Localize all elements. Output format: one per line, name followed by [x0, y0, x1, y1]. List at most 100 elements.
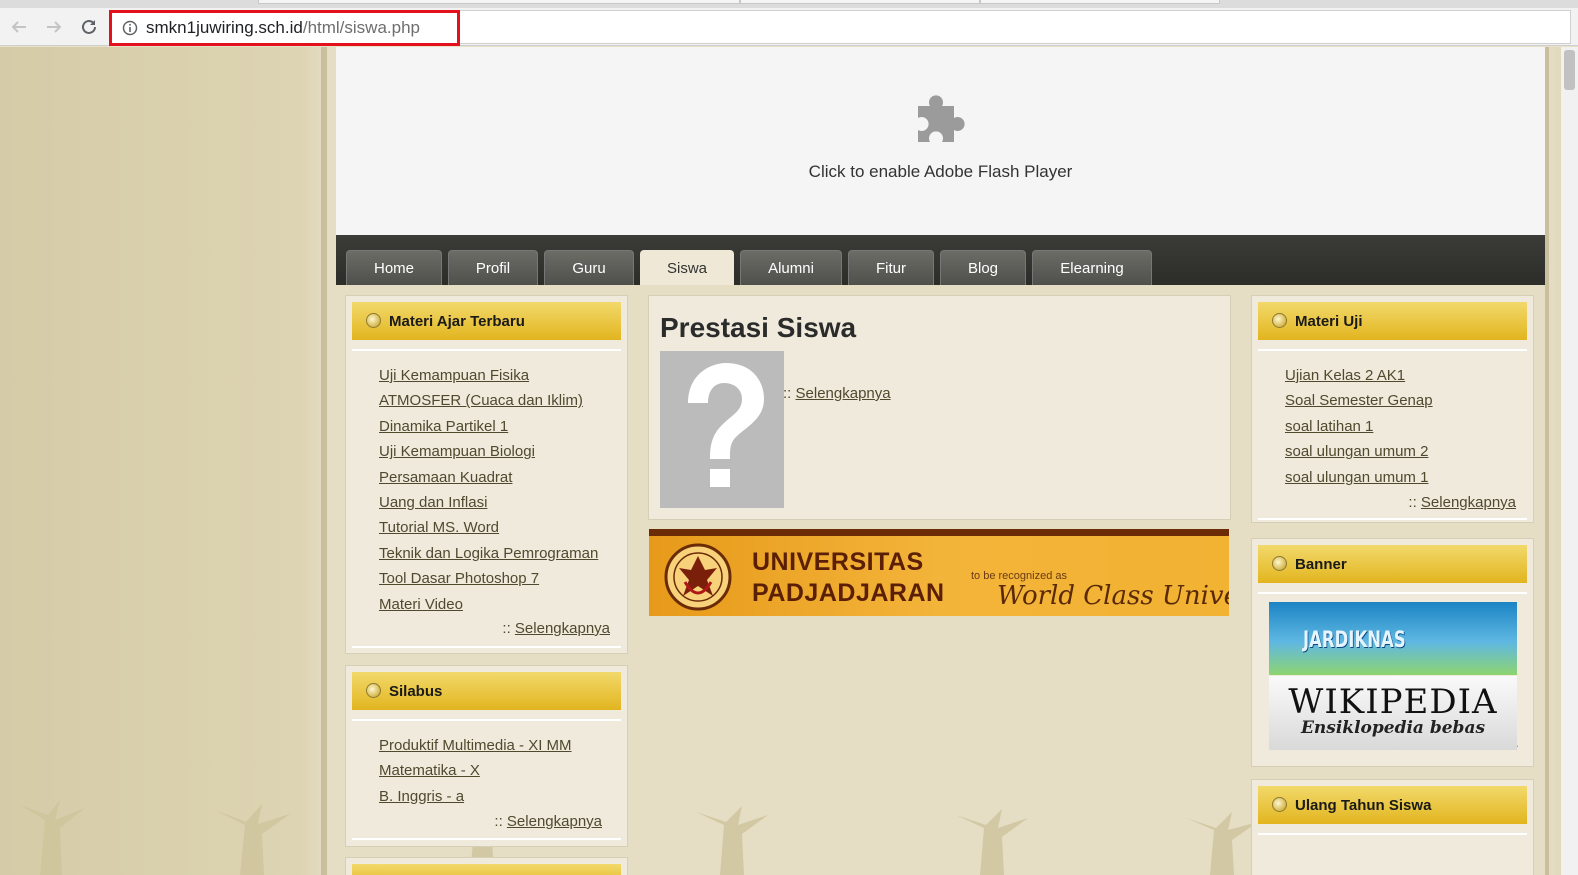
ulang-tahun-title: Ulang Tahun Siswa: [1295, 796, 1432, 814]
selengkapnya-link[interactable]: Selengkapnya: [796, 385, 891, 402]
prestasi-siswa-panel: Prestasi Siswa :: Selengkapnya: [648, 295, 1231, 520]
selengkapnya-link[interactable]: Selengkapnya: [507, 813, 602, 830]
nav-tab-guru[interactable]: Guru: [544, 250, 634, 285]
divider: [1258, 592, 1527, 594]
materi-uji-box: Materi Uji Ujian Kelas 2 AK1 Soal Semest…: [1251, 295, 1534, 523]
scrollbar-thumb[interactable]: [1564, 50, 1575, 90]
ulang-tahun-header: Ulang Tahun Siswa: [1258, 786, 1527, 824]
url-host: smkn1juwiring.sch.id: [146, 18, 303, 37]
question-mark-icon: [688, 363, 764, 487]
reload-button[interactable]: [76, 14, 102, 40]
browser-tab[interactable]: [740, 0, 980, 4]
unpad-banner[interactable]: UNIVERSITAS PADJADJARAN to be recognized…: [649, 529, 1229, 616]
jardiknas-label: JARDIKNAS: [1303, 628, 1406, 653]
silabus-link[interactable]: Produktif Multimedia - XI MM: [379, 737, 572, 762]
nav-tab-siswa[interactable]: Siswa: [640, 250, 734, 285]
page-border-left: [321, 47, 327, 875]
wikipedia-subtitle: Ensiklopedia bebas: [1300, 718, 1486, 738]
materi-ajar-title: Materi Ajar Terbaru: [389, 312, 525, 330]
ulang-tahun-box: Ulang Tahun Siswa: [1251, 779, 1534, 875]
materi-ajar-link[interactable]: Uang dan Inflasi: [379, 494, 598, 519]
flash-plugin-placeholder[interactable]: Click to enable Adobe Flash Player: [336, 47, 1545, 235]
banner-tagline: World Class University: [997, 581, 1229, 611]
more-prefix: ::: [502, 620, 511, 637]
nav-tab-blog[interactable]: Blog: [940, 250, 1026, 285]
browser-tab[interactable]: [258, 0, 740, 4]
divider: [352, 719, 621, 721]
arrow-right-icon: [47, 21, 62, 33]
materi-uji-link[interactable]: soal ulungan umum 1: [1285, 469, 1433, 494]
selengkapnya-link[interactable]: Selengkapnya: [515, 620, 610, 637]
silabus-header: Silabus: [352, 672, 621, 710]
page-border-right: [1545, 47, 1549, 875]
jardiknas-banner[interactable]: JARDIKNAS: [1269, 602, 1517, 675]
materi-uji-more: :: Selengkapnya: [1408, 494, 1516, 511]
materi-ajar-link[interactable]: Dinamika Partikel 1: [379, 418, 598, 443]
materi-ajar-link[interactable]: Uji Kemampuan Fisika: [379, 367, 598, 392]
banner-line2: PADJADJARAN: [752, 579, 945, 607]
silabus-box: Silabus Produktif Multimedia - XI MM Mat…: [345, 665, 628, 847]
materi-ajar-link[interactable]: Uji Kemampuan Biologi: [379, 443, 598, 468]
selengkapnya-link[interactable]: Selengkapnya: [1421, 494, 1516, 511]
nav-tab-profil[interactable]: Profil: [448, 250, 538, 285]
forward-button[interactable]: [41, 14, 67, 40]
divider: [1258, 833, 1527, 835]
wikipedia-banner[interactable]: WIKIPEDIA Ensiklopedia bebas: [1269, 676, 1517, 750]
reload-icon: [82, 19, 96, 34]
materi-ajar-header: Materi Ajar Terbaru: [352, 302, 621, 340]
nav-tab-alumni[interactable]: Alumni: [740, 250, 842, 285]
divider: [352, 838, 621, 840]
browser-tab[interactable]: [980, 0, 1220, 4]
next-left-box: [345, 857, 628, 875]
materi-ajar-list: Uji Kemampuan Fisika ATMOSFER (Cuaca dan…: [379, 367, 598, 621]
materi-ajar-link[interactable]: Materi Video: [379, 596, 598, 621]
browser-toolbar: smkn1juwiring.sch.id/html/siswa.php: [0, 8, 1578, 46]
unpad-seal-logo: [664, 543, 732, 611]
materi-ajar-box: Materi Ajar Terbaru Uji Kemampuan Fisika…: [345, 295, 628, 654]
url-text: smkn1juwiring.sch.id/html/siswa.php: [146, 18, 420, 38]
bullet-icon: [1272, 556, 1287, 571]
banner-line1: UNIVERSITAS: [752, 548, 924, 576]
materi-uji-link[interactable]: soal latihan 1: [1285, 418, 1433, 443]
divider: [352, 349, 621, 351]
materi-uji-list: Ujian Kelas 2 AK1 Soal Semester Genap so…: [1285, 367, 1433, 494]
materi-ajar-link[interactable]: Teknik dan Logika Pemrograman: [379, 545, 598, 570]
more-prefix: ::: [783, 385, 792, 402]
materi-uji-link[interactable]: Ujian Kelas 2 AK1: [1285, 367, 1433, 392]
silabus-more: :: Selengkapnya: [494, 813, 602, 830]
address-bar[interactable]: smkn1juwiring.sch.id/html/siswa.php: [109, 10, 1571, 44]
bullet-icon: [366, 683, 381, 698]
materi-uji-link[interactable]: Soal Semester Genap: [1285, 392, 1433, 417]
materi-uji-link[interactable]: soal ulungan umum 2: [1285, 443, 1433, 468]
more-prefix: ::: [1408, 494, 1417, 511]
bullet-icon: [366, 313, 381, 328]
divider: [1258, 518, 1527, 520]
silabus-title: Silabus: [389, 682, 443, 700]
placeholder-image: [660, 351, 784, 508]
nav-tab-elearning[interactable]: Elearning: [1032, 250, 1152, 285]
back-button[interactable]: [6, 14, 32, 40]
silabus-list: Produktif Multimedia - XI MM Matematika …: [379, 737, 572, 813]
prestasi-more: :: Selengkapnya: [783, 385, 891, 402]
scrollbar[interactable]: [1561, 47, 1578, 875]
nav-tab-fitur[interactable]: Fitur: [848, 250, 934, 285]
materi-ajar-link[interactable]: Persamaan Kuadrat: [379, 469, 598, 494]
nav-tab-home[interactable]: Home: [346, 250, 442, 285]
silabus-link[interactable]: B. Inggris - a: [379, 788, 572, 813]
materi-ajar-link[interactable]: Tutorial MS. Word: [379, 519, 598, 544]
materi-uji-header: Materi Uji: [1258, 302, 1527, 340]
browser-tab-strip: [0, 0, 1578, 8]
materi-ajar-link[interactable]: ATMOSFER (Cuaca dan Iklim): [379, 392, 598, 417]
banner-box-header: Banner: [1258, 545, 1527, 583]
materi-uji-title: Materi Uji: [1295, 312, 1363, 330]
bullet-icon: [1272, 797, 1287, 812]
flash-enable-message: Click to enable Adobe Flash Player: [808, 162, 1073, 181]
url-path: /html/siswa.php: [302, 18, 421, 37]
silabus-link[interactable]: Matematika - X: [379, 762, 572, 787]
info-icon[interactable]: [122, 20, 138, 36]
main-navigation: Home Profil Guru Siswa Alumni Fitur Blog…: [336, 235, 1545, 285]
banner-box-title: Banner: [1295, 555, 1347, 573]
divider: [352, 646, 621, 648]
materi-ajar-link[interactable]: Tool Dasar Photoshop 7: [379, 570, 598, 595]
bullet-icon: [1272, 313, 1287, 328]
